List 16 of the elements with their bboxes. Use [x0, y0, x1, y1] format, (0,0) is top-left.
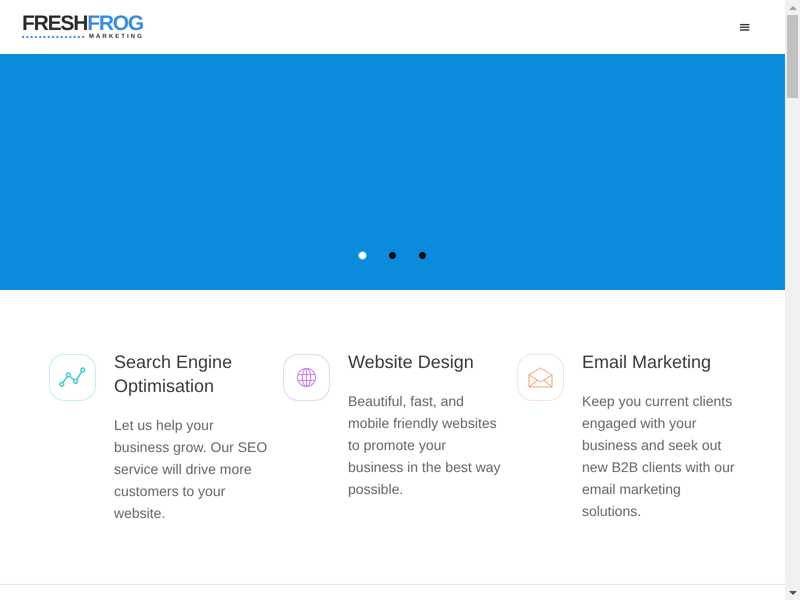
scroll-down-arrow-icon[interactable]	[788, 590, 796, 594]
logo-wordmark: FRESHFROG	[22, 14, 144, 32]
menu-button[interactable]: ≡	[738, 19, 751, 35]
service-title: Email Marketing	[582, 351, 712, 374]
scrollbar-thumb[interactable]	[787, 15, 798, 98]
slide-dot[interactable]	[419, 252, 426, 259]
service-description: Keep you current clients engaged with your business and seek out new B2B clients with our email marketing solutions.	[582, 392, 736, 521]
slide-dot[interactable]	[359, 252, 366, 259]
dotted-line-icon	[22, 36, 86, 38]
service-description: Let us help your business grow. Our SEO service will drive more customers to your website.	[114, 416, 268, 523]
service-title: Website Design	[348, 351, 475, 374]
scroll-up-arrow-icon[interactable]	[788, 6, 796, 10]
slide-dot[interactable]	[389, 252, 396, 259]
scrollbar-track[interactable]	[785, 0, 800, 600]
service-title: Search Engine Optimisation	[114, 351, 234, 398]
service-description: Beautiful, fast, and mobile friendly websites to promote your business in the best way possible.	[348, 392, 502, 499]
